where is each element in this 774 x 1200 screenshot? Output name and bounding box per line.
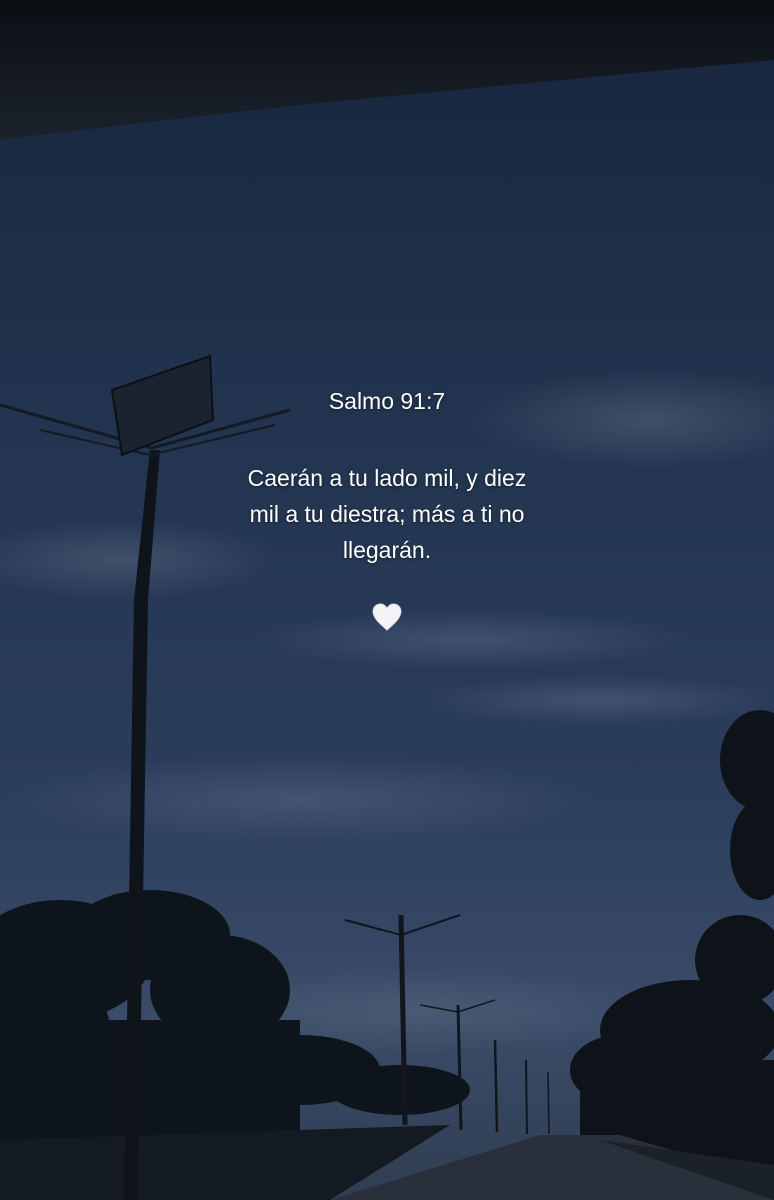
background-photo bbox=[0, 0, 774, 1200]
verse-line: mil a tu diestra; más a ti no bbox=[249, 501, 525, 527]
verse-text: Caerán a tu lado mil, y diez mil a tu di… bbox=[0, 460, 774, 568]
verse-reference: Salmo 91:7 bbox=[328, 388, 446, 414]
verse-line: Caerán a tu lado mil, y diez bbox=[247, 465, 527, 491]
white-heart-icon bbox=[372, 603, 402, 631]
verse-line: llegarán. bbox=[342, 537, 432, 563]
